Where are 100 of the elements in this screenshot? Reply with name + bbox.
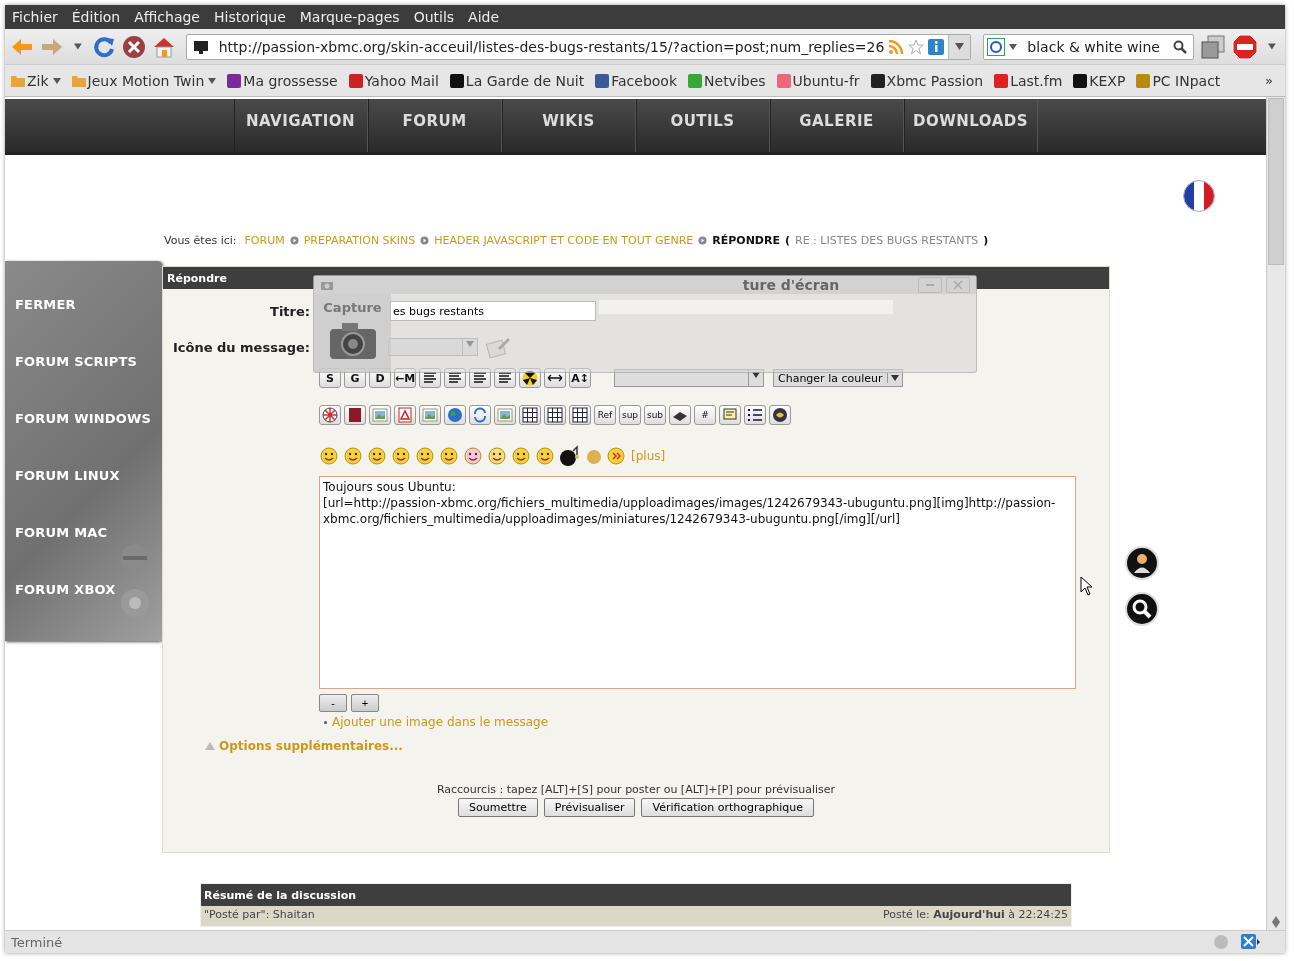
menu-item[interactable]: Marque-pages <box>299 9 400 25</box>
smiley-icon[interactable] <box>463 446 483 466</box>
stop-icon[interactable] <box>121 34 146 59</box>
bookmark-item[interactable]: La Garde de Nuit <box>449 72 585 89</box>
bookmark-item[interactable]: PC INpact <box>1136 72 1221 89</box>
submit-button[interactable]: Vérification orthographique <box>641 798 814 817</box>
arrows-icon[interactable] <box>544 368 566 388</box>
bookmark-item[interactable]: Jeux Motion Twin <box>71 72 217 89</box>
book-icon[interactable] <box>344 405 366 425</box>
site-icon <box>688 73 703 88</box>
keyboard-icon[interactable] <box>669 405 691 425</box>
smiley-icon[interactable] <box>391 446 411 466</box>
align-icon[interactable] <box>469 368 491 388</box>
scrollbar-thumb[interactable] <box>1268 98 1284 265</box>
align-icon[interactable] <box>444 368 466 388</box>
side-menu-item[interactable]: FORUM WINDOWS <box>15 409 162 428</box>
side-menu-item[interactable]: FERMER <box>15 295 162 314</box>
image-icon[interactable] <box>419 405 441 425</box>
nav-item[interactable]: NAVIGATION <box>233 99 368 152</box>
breadcrumb-subject[interactable]: RE : LISTES DES BUGS RESTANTS <box>795 233 979 247</box>
french-flag-icon[interactable] <box>1182 179 1216 213</box>
globe-icon[interactable] <box>444 405 466 425</box>
refresh-icon[interactable] <box>469 405 491 425</box>
message-field[interactable]: Toujours sous Ubuntu: [url=http://passion-xbmc.org/fichiers_multimedia/upploadimages/images/1242679343-ubuguntu.png][img]http://passion-xbmc.org/fichiers_multimedia/upploadimages/miniatures/1242679343-ubuguntu.png[/img][/url] <box>319 476 1076 689</box>
smiley-icon[interactable] <box>487 446 507 466</box>
table-icon[interactable] <box>544 405 566 425</box>
chevron-smiley-icon[interactable] <box>607 447 625 465</box>
smiley-icon[interactable] <box>319 446 339 466</box>
nav-item[interactable]: GALERIE <box>769 99 904 152</box>
bookmark-item[interactable]: Facebook <box>595 72 678 89</box>
table-icon[interactable] <box>519 405 541 425</box>
bookmark-item[interactable]: Ubuntu-fr <box>776 72 860 89</box>
search-field[interactable]: black & white wine <box>983 33 1195 60</box>
bookmark-item[interactable]: Yahoo Mail <box>348 72 439 89</box>
format-button[interactable]: sup <box>619 405 641 425</box>
align-icon[interactable] <box>419 368 441 388</box>
bookmark-item[interactable]: Last.fm <box>994 72 1063 89</box>
align-icon[interactable] <box>494 368 516 388</box>
wheel-icon[interactable] <box>319 405 341 425</box>
address-field[interactable]: http://passion-xbmc.org/skin-acceuil/listes-des-bugs-restants/15/?action=post;num_replies=26 <box>185 33 972 60</box>
side-menu-item[interactable]: FORUM MAC <box>15 523 162 542</box>
shrink-button[interactable]: - <box>319 694 347 712</box>
scrollbar[interactable] <box>1266 97 1285 930</box>
format-button[interactable]: # <box>694 405 716 425</box>
python-icon[interactable] <box>769 405 791 425</box>
scroll-up-icon[interactable] <box>1272 916 1280 922</box>
bomb-icon[interactable] <box>559 445 581 467</box>
nav-item[interactable]: DOWNLOADS <box>903 99 1038 152</box>
smiley-icon[interactable] <box>535 446 555 466</box>
list-icon[interactable] <box>744 405 766 425</box>
user-icon[interactable] <box>1125 546 1159 580</box>
bookmark-item[interactable]: Zik <box>11 72 61 89</box>
caret-icon <box>208 77 217 84</box>
windows-icon[interactable] <box>1200 33 1227 60</box>
format-button[interactable]: Ref <box>594 405 616 425</box>
nav-item[interactable]: FORUM <box>367 99 502 152</box>
bookmark-item[interactable]: Xbmc Passion <box>870 72 984 89</box>
search-icon[interactable] <box>1173 39 1188 54</box>
smiley-icon[interactable] <box>439 446 459 466</box>
bookmark-item[interactable]: Ma grossesse <box>227 72 338 89</box>
menu-item[interactable]: Édition <box>71 9 121 25</box>
reload-icon[interactable] <box>91 34 116 59</box>
star-icon[interactable] <box>908 38 925 55</box>
smiley-icon[interactable] <box>367 446 387 466</box>
pdf-icon[interactable] <box>394 405 416 425</box>
title-field[interactable]: es bugs restants <box>390 301 596 321</box>
bookmark-item[interactable]: KEXP <box>1073 72 1126 89</box>
menu-item[interactable]: Affichage <box>134 9 200 25</box>
smiley-icon[interactable] <box>415 446 435 466</box>
scroll-down-icon[interactable] <box>1272 922 1280 928</box>
side-menu-item[interactable]: FORUM LINUX <box>15 466 162 485</box>
adblock-icon[interactable] <box>1232 33 1259 60</box>
color-select[interactable]: Changer la couleur <box>773 369 903 387</box>
smiley-icon[interactable] <box>511 446 531 466</box>
table-icon[interactable] <box>569 405 591 425</box>
nav-item[interactable]: WIKIS <box>501 99 636 152</box>
submit-button[interactable]: Prévisualiser <box>543 798 636 817</box>
side-menu-item[interactable]: FORUM SCRIPTS <box>15 352 162 371</box>
menu-item[interactable]: Aide <box>468 9 500 25</box>
grow-button[interactable]: + <box>351 694 379 712</box>
info-icon[interactable] <box>928 38 945 55</box>
caret-icon <box>466 341 474 347</box>
close-icon <box>953 280 963 290</box>
smiley-icon[interactable] <box>343 446 363 466</box>
more-bookmarks-button[interactable]: » <box>1265 73 1285 88</box>
dropdown-button[interactable] <box>948 34 971 59</box>
menu-item[interactable]: Historique <box>214 9 286 25</box>
side-menu-item[interactable]: FORUM XBOX <box>15 580 162 599</box>
submit-button[interactable]: Soumettre <box>458 798 538 817</box>
format-button[interactable]: ←M <box>394 368 416 388</box>
menu-item[interactable]: Outils <box>413 9 455 25</box>
menu-item[interactable]: Fichier <box>12 9 58 25</box>
search-engine-icon[interactable] <box>987 37 1006 56</box>
format-button[interactable]: sub <box>644 405 666 425</box>
radiation-icon[interactable] <box>519 368 541 388</box>
caret-icon[interactable] <box>1009 43 1018 50</box>
nav-item[interactable]: OUTILS <box>635 99 770 152</box>
format-button[interactable]: A↕ <box>569 368 591 388</box>
bookmark-item[interactable]: Netvibes <box>688 72 766 89</box>
search-icon[interactable] <box>1125 592 1159 626</box>
